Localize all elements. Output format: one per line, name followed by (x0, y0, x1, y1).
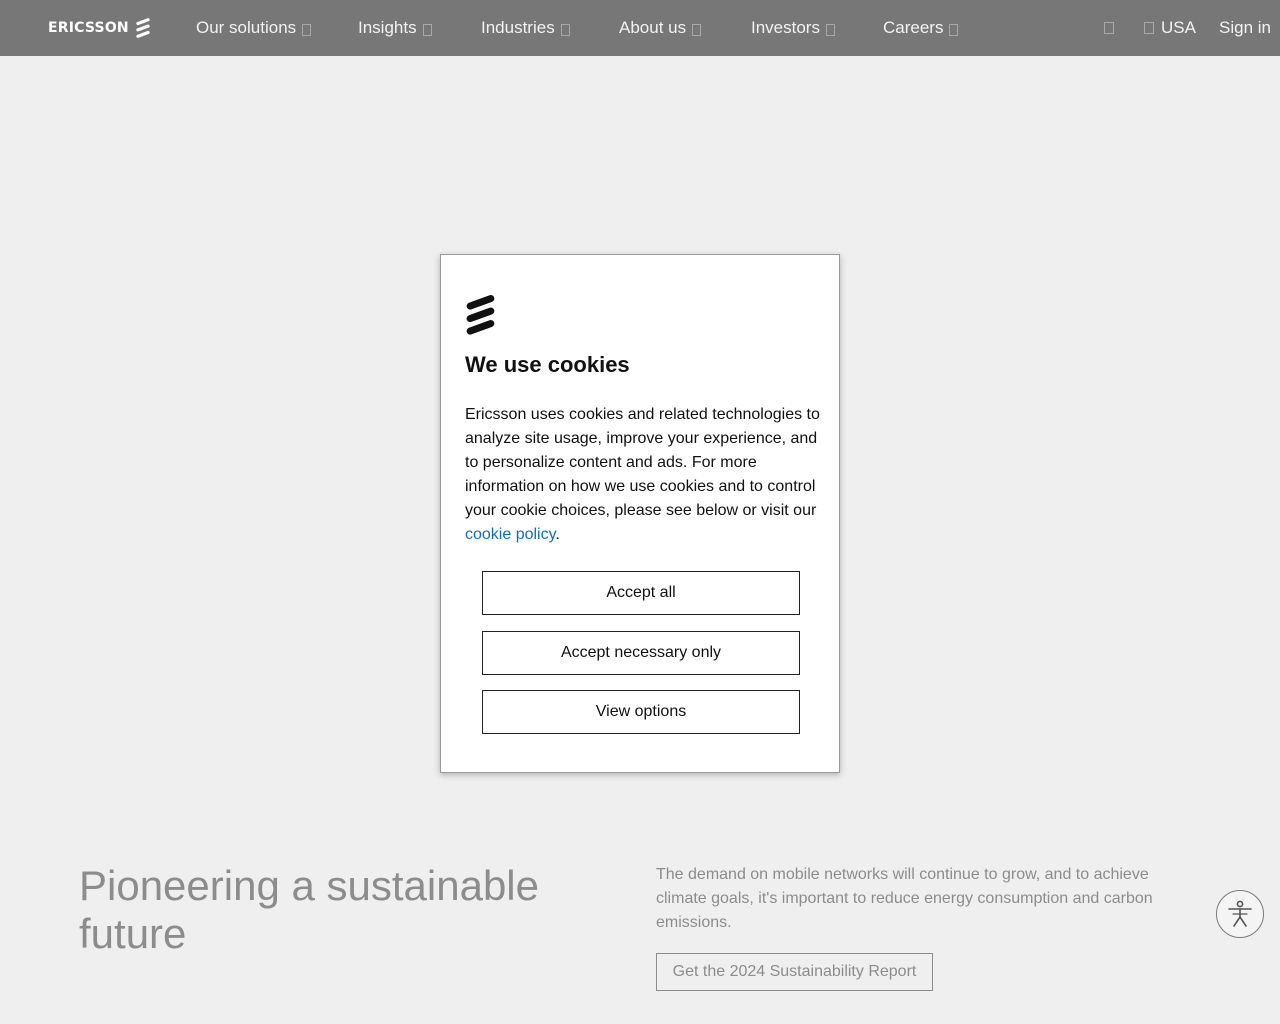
chevron-down-icon (825, 24, 835, 36)
cookie-dialog-text: Ericsson uses cookies and related techno… (465, 403, 821, 547)
nav-careers[interactable]: Careers (883, 0, 959, 56)
nav-label: About us (619, 18, 687, 37)
nav-our-solutions[interactable]: Our solutions (196, 0, 312, 56)
cookie-policy-link[interactable]: cookie policy (465, 526, 555, 543)
accessibility-icon (1228, 900, 1252, 927)
nav-label: Investors (751, 18, 820, 37)
nav-about-us[interactable]: About us (619, 0, 702, 56)
sign-in-link[interactable]: Sign in (1219, 0, 1271, 56)
chevron-down-icon (692, 24, 702, 36)
view-options-button[interactable]: View options (482, 690, 800, 734)
site-header: ERICSSON Our solutions Insights Industri… (0, 0, 1280, 56)
ericsson-logo[interactable]: ERICSSON (48, 17, 151, 39)
chevron-down-icon (422, 24, 432, 36)
search-icon (1104, 22, 1114, 34)
nav-investors[interactable]: Investors (751, 0, 835, 56)
chevron-down-icon (949, 24, 959, 36)
accept-all-button[interactable]: Accept all (482, 571, 800, 615)
accept-necessary-button[interactable]: Accept necessary only (482, 631, 800, 675)
region-label: USA (1161, 18, 1196, 37)
accessibility-button[interactable] (1216, 890, 1264, 938)
nav-industries[interactable]: Industries (481, 0, 570, 56)
logo-wordmark: ERICSSON (48, 20, 129, 36)
sustainability-report-button[interactable]: Get the 2024 Sustainability Report (656, 953, 933, 991)
nav-insights[interactable]: Insights (358, 0, 432, 56)
hero-title: Pioneering a sustainable future (79, 862, 539, 957)
sign-in-label: Sign in (1219, 18, 1271, 37)
ericsson-logo-icon (466, 295, 495, 335)
ericsson-logo-icon (136, 18, 150, 38)
cookie-consent-dialog: We use cookies Ericsson uses cookies and… (440, 254, 840, 773)
chevron-down-icon (560, 24, 570, 36)
nav-label: Our solutions (196, 18, 297, 37)
cookie-dialog-title: We use cookies (465, 352, 630, 377)
nav-label: Industries (481, 18, 555, 37)
cookie-body-end: . (555, 526, 560, 543)
globe-icon (1144, 22, 1154, 34)
chevron-down-icon (302, 24, 312, 36)
search-button[interactable] (1104, 0, 1114, 56)
region-selector[interactable]: USA (1144, 0, 1196, 56)
nav-label: Careers (883, 18, 944, 37)
nav-label: Insights (358, 18, 417, 37)
cookie-body-text: Ericsson uses cookies and related techno… (465, 406, 820, 519)
hero-description: The demand on mobile networks will conti… (656, 866, 1153, 931)
